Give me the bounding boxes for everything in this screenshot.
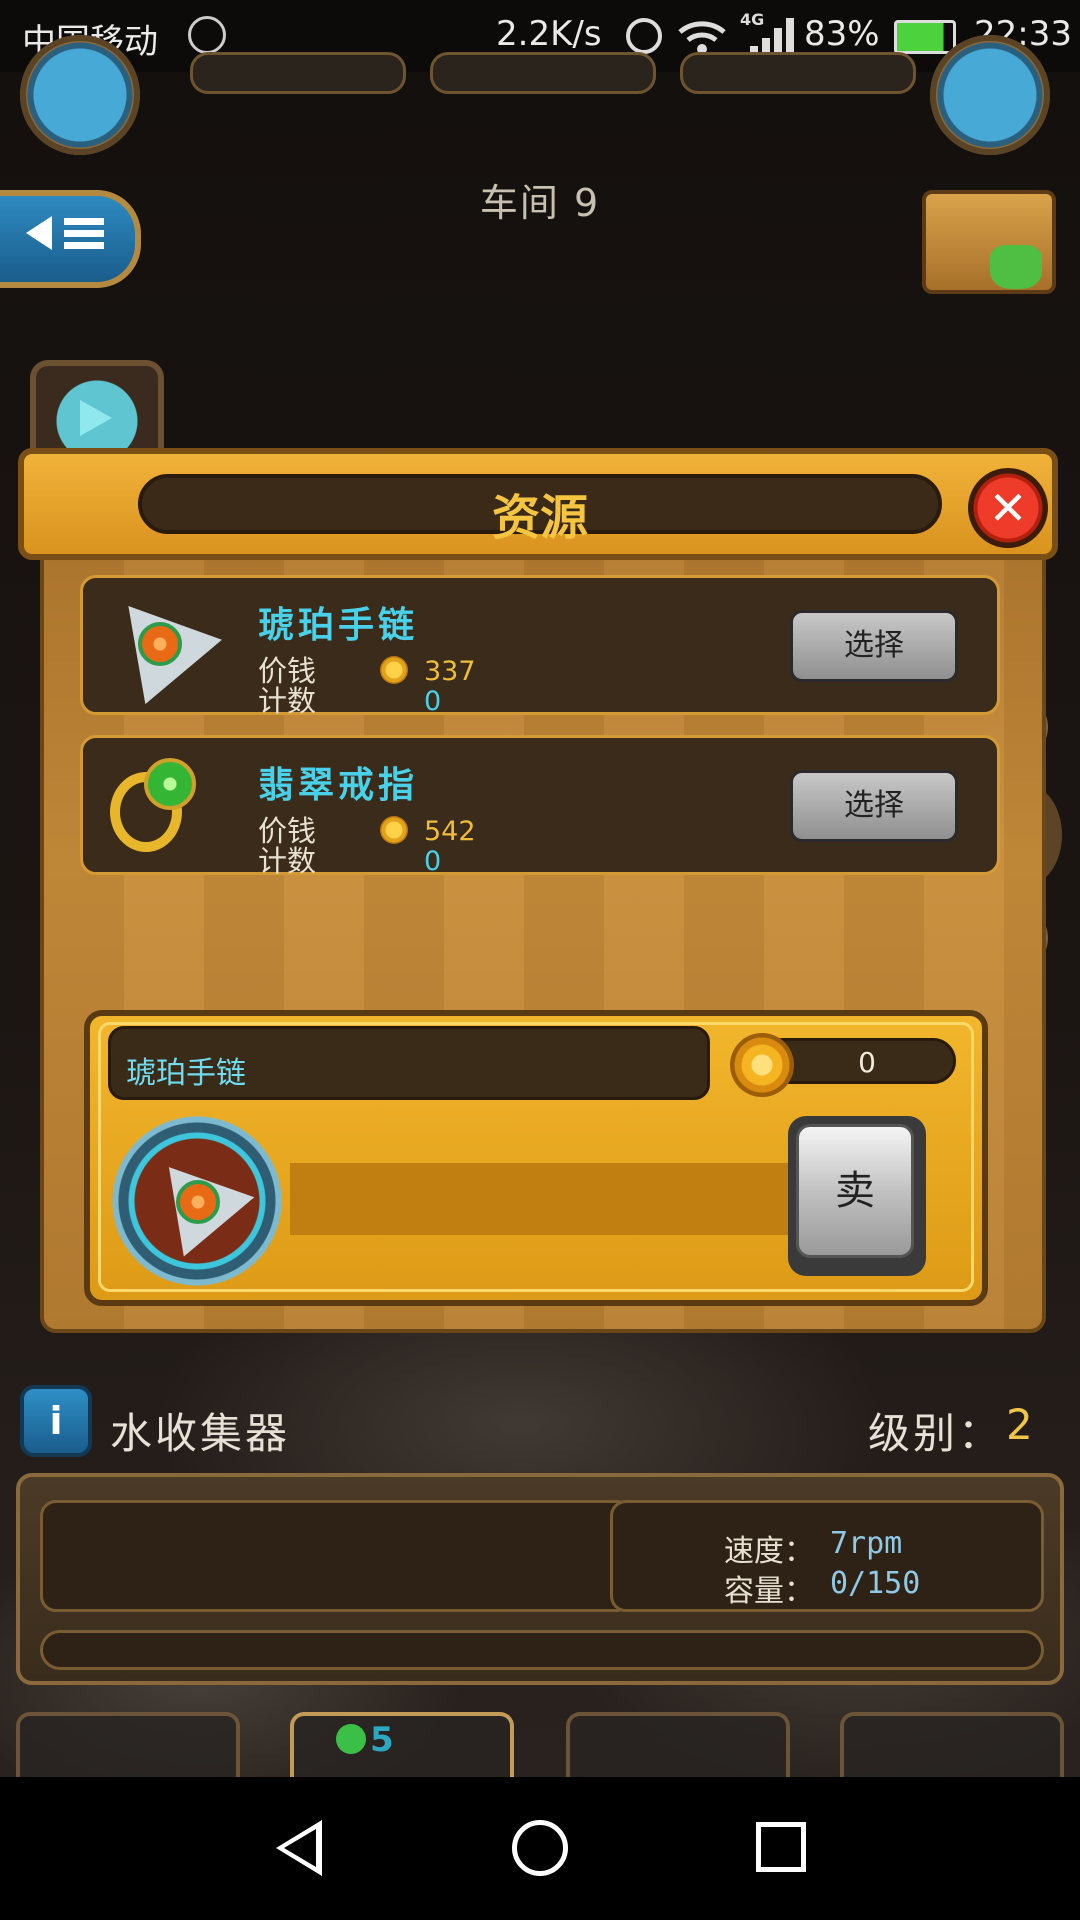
coin-chip <box>430 52 656 94</box>
amber-bracelet-icon <box>176 1180 220 1224</box>
back-menu-button[interactable] <box>0 190 141 288</box>
level-chip <box>190 52 406 94</box>
alarm-icon <box>626 18 662 54</box>
capacity-label: 容量： <box>724 1574 814 1609</box>
item-name: 琥珀手链 <box>258 605 419 646</box>
building-name: 水收集器 <box>110 1409 291 1458</box>
speed-label: 速度： <box>724 1534 814 1569</box>
nav-back-icon-inner <box>284 1829 316 1867</box>
back-menu-icon <box>26 216 104 250</box>
count-label: 计数 <box>258 684 317 718</box>
network-speed: 2.2K/s <box>496 14 602 54</box>
gem-chip <box>680 52 916 94</box>
item-price: 542 <box>424 816 476 847</box>
notification-icon <box>188 16 226 54</box>
emerald-ring-icon <box>108 752 208 862</box>
item-count: 0 <box>424 846 442 877</box>
sell-button[interactable]: 卖 <box>788 1116 926 1276</box>
emerald-icon <box>990 245 1042 289</box>
selected-item-name: 琥珀手链 <box>126 1056 246 1091</box>
battery-percent: 83% <box>804 14 880 54</box>
gear-coin-icon <box>730 1033 794 1097</box>
stats-left-box <box>40 1500 632 1612</box>
gem-count: 5 <box>370 1720 394 1760</box>
coin-icon <box>380 816 408 844</box>
stats-right-box <box>610 1500 1044 1612</box>
quest-gear-button[interactable] <box>930 35 1050 155</box>
capacity-value: 0/150 <box>830 1566 921 1601</box>
selected-item-gear <box>108 1112 286 1290</box>
item-price: 337 <box>424 656 476 687</box>
gem-icon <box>336 1724 366 1754</box>
capacity-progress <box>40 1630 1044 1670</box>
nav-home-icon[interactable] <box>512 1820 568 1876</box>
amber-bracelet-icon <box>90 573 222 705</box>
play-icon <box>80 400 112 436</box>
level-value: 2 <box>1006 1400 1033 1449</box>
nav-recent-icon[interactable] <box>756 1822 806 1872</box>
close-button[interactable]: ✕ <box>968 468 1048 548</box>
price-label: 价钱 <box>258 654 317 688</box>
item-count: 0 <box>424 686 442 717</box>
coin-icon <box>380 656 408 684</box>
select-button[interactable]: 选择 <box>790 770 958 842</box>
battery-icon <box>894 20 956 54</box>
info-button[interactable]: i <box>20 1385 92 1457</box>
workshop-title: 车间 9 <box>479 181 601 225</box>
speed-value: 7rpm <box>830 1526 903 1561</box>
count-label: 计数 <box>258 844 317 878</box>
level-label: 级别： <box>868 1409 1004 1458</box>
price-label: 价钱 <box>258 814 317 848</box>
boost-tab[interactable] <box>290 1712 514 1778</box>
item-name: 翡翠戒指 <box>258 765 419 806</box>
upgrade-tab[interactable] <box>16 1712 240 1778</box>
dialog-title: 资源 <box>491 490 588 546</box>
move-tab[interactable] <box>566 1712 790 1778</box>
inventory-gear-button[interactable] <box>20 35 140 155</box>
wifi-icon <box>676 16 728 56</box>
quantity-slider[interactable] <box>290 1163 790 1235</box>
select-button[interactable]: 选择 <box>790 610 958 682</box>
worker-tab[interactable] <box>840 1712 1064 1778</box>
sell-button-label: 卖 <box>796 1124 914 1258</box>
